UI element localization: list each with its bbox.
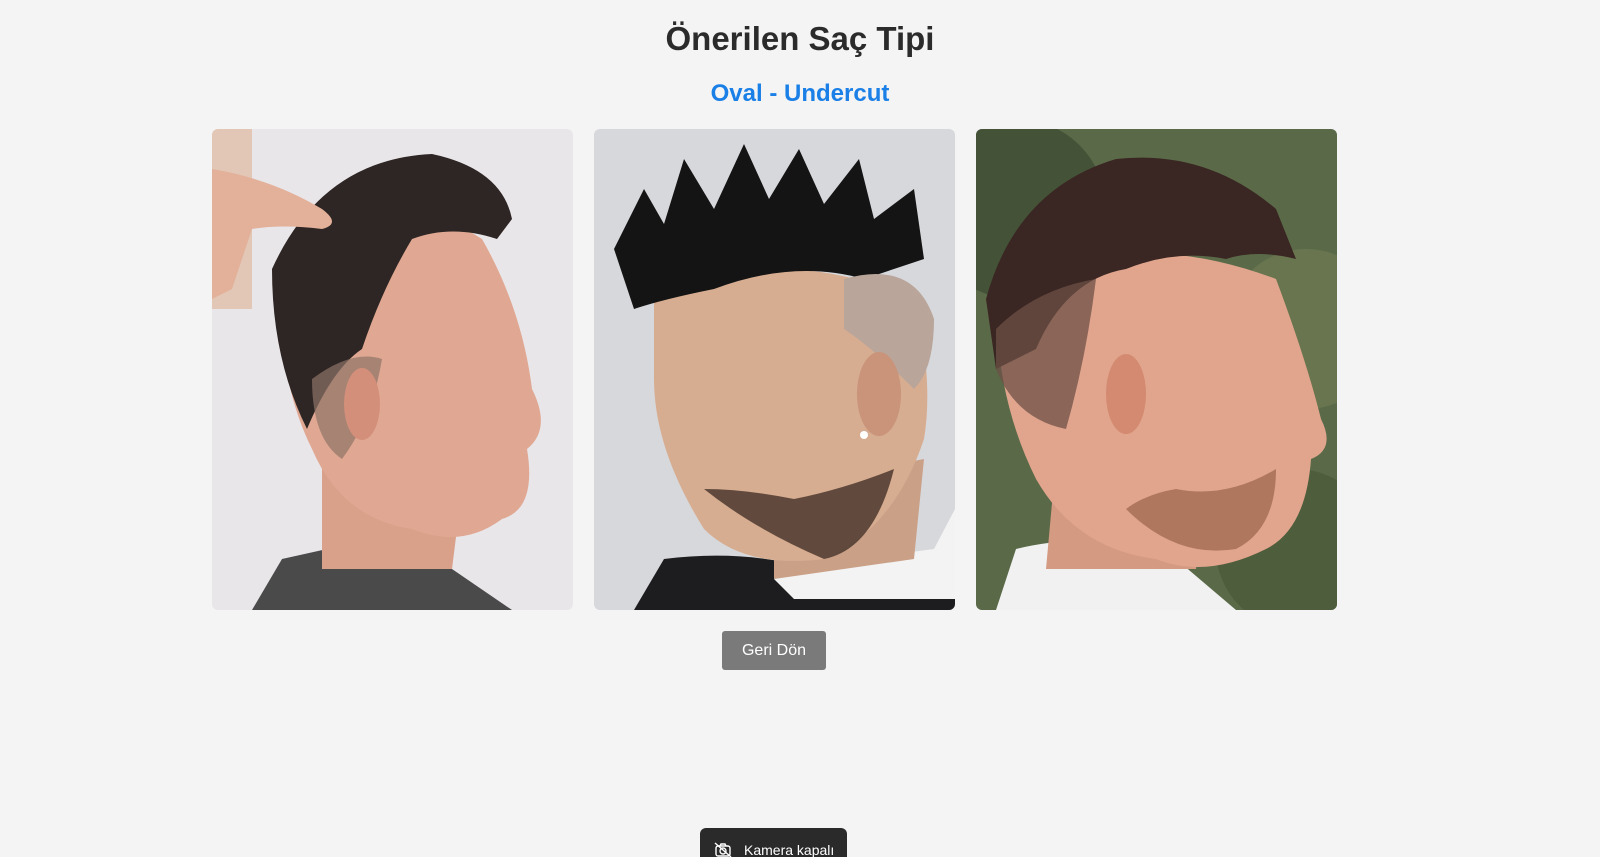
- hairstyle-photo-3: [976, 129, 1337, 610]
- hairstyle-photo-1: [212, 129, 573, 610]
- camera-off-icon: [714, 842, 732, 857]
- page-title: Önerilen Saç Tipi: [665, 20, 935, 57]
- face-shape-hairstyle-label: Oval - Undercut: [710, 80, 890, 107]
- hairstyle-photo-2: [594, 129, 955, 610]
- camera-status-text: Kamera kapalı: [744, 842, 835, 857]
- camera-status-toast: Kamera kapalı: [700, 828, 847, 857]
- back-button[interactable]: Geri Dön: [722, 631, 826, 670]
- hairstyle-gallery: [212, 129, 1337, 610]
